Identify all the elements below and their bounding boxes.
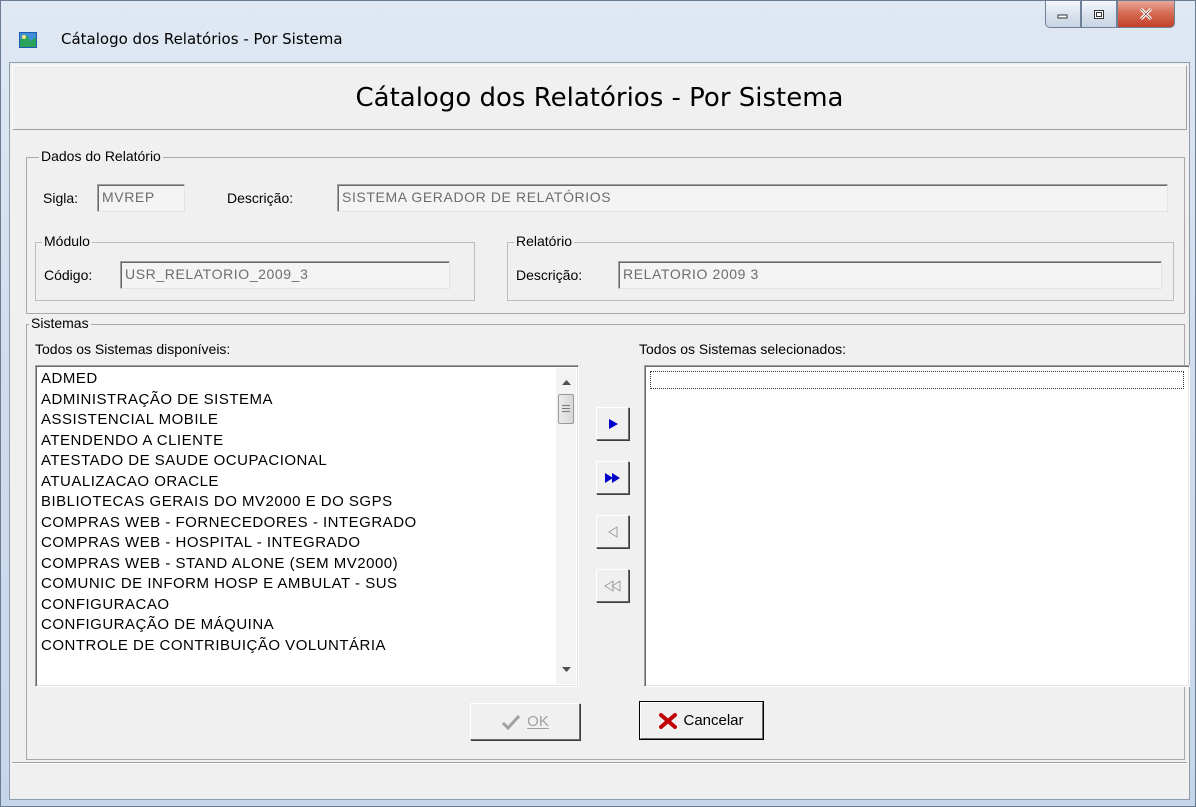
codigo-field[interactable]: USR_RELATORIO_2009_3 (120, 261, 450, 289)
list-item[interactable]: COMPRAS WEB - STAND ALONE (SEM MV2000) (36, 554, 578, 575)
disponiveis-listbox[interactable]: ADMED ADMINISTRAÇÃO DE SISTEMA ASSISTENCIA… (35, 365, 579, 687)
minimize-button[interactable] (1045, 1, 1081, 28)
red-x-icon (659, 712, 678, 729)
modulo-group: Módulo Código: USR_RELATORIO_2009_3 (35, 233, 475, 301)
sigla-label: Sigla: (43, 190, 79, 206)
chevron-down-icon (561, 667, 571, 672)
move-selected-right-button[interactable] (596, 407, 629, 440)
double-arrow-left-icon (603, 579, 620, 592)
arrow-right-icon (608, 418, 618, 429)
scroll-down-arrow[interactable] (556, 660, 576, 680)
window-title: Cátalogo dos Relatórios - Por Sistema (61, 30, 343, 48)
disponiveis-label: Todos os Sistemas disponíveis: (35, 341, 231, 357)
title-bar[interactable]: Cátalogo dos Relatórios - Por Sistema (1, 1, 1195, 48)
list-item[interactable]: ATENDENDO A CLIENTE (36, 431, 578, 452)
modulo-legend: Módulo (42, 233, 92, 249)
list-item[interactable]: ASSISTENCIAL MOBILE (36, 410, 578, 431)
page-title: Cátalogo dos Relatórios - Por Sistema (355, 82, 844, 113)
descricao-field[interactable]: SISTEMA GERADOR DE RELATÓRIOS (337, 184, 1168, 212)
selecionados-label: Todos os Sistemas selecionados: (639, 341, 846, 357)
move-all-left-button[interactable] (596, 569, 629, 602)
list-item[interactable]: BIBLIOTECAS GERAIS DO MV2000 E DO SGPS (36, 492, 578, 513)
maximize-icon (1094, 9, 1104, 19)
cancel-button-label: Cancelar (683, 712, 744, 729)
list-item[interactable]: ADMED (36, 369, 578, 390)
codigo-label: Código: (44, 267, 93, 283)
sigla-field[interactable]: MVREP (97, 184, 185, 212)
application-window: Cátalogo dos Relatórios - Por Sistema Cá… (0, 0, 1196, 807)
move-all-right-button[interactable] (596, 461, 629, 494)
dialog-client-area: Cátalogo dos Relatórios - Por Sistema Da… (9, 62, 1190, 800)
relatorio-descricao-field[interactable]: RELATORIO 2009 3 (618, 261, 1162, 289)
list-item[interactable]: COMPRAS WEB - HOSPITAL - INTEGRADO (36, 533, 578, 554)
close-button[interactable] (1117, 1, 1175, 28)
caption-buttons (1045, 1, 1175, 31)
scroll-thumb[interactable] (558, 394, 574, 424)
disponiveis-items: ADMED ADMINISTRAÇÃO DE SISTEMA ASSISTENCIA… (36, 366, 578, 656)
list-item[interactable]: COMPRAS WEB - FORNECEDORES - INTEGRADO (36, 513, 578, 534)
ok-button-label: OK (527, 713, 549, 730)
sistemas-group: Sistemas Todos os Sistemas disponíveis: … (26, 315, 1190, 760)
move-selected-left-button[interactable] (596, 515, 629, 548)
dados-relatorio-legend: Dados do Relatório (39, 148, 163, 164)
relatorio-descricao-label: Descrição: (516, 267, 583, 283)
list-item[interactable]: ADMINISTRAÇÃO DE SISTEMA (36, 390, 578, 411)
chevron-up-icon (561, 380, 571, 385)
focus-rectangle (650, 371, 1184, 389)
minimize-icon (1057, 14, 1068, 19)
status-bar (12, 762, 1187, 797)
relatorio-legend: Relatório (514, 233, 575, 249)
double-arrow-right-icon (604, 472, 620, 483)
scroll-up-arrow[interactable] (556, 372, 576, 392)
sistemas-legend: Sistemas (29, 315, 91, 331)
dados-relatorio-group: Dados do Relatório Sigla: MVREP Descriçã… (26, 148, 1185, 314)
disponiveis-scrollbar[interactable] (556, 368, 576, 684)
list-item[interactable]: ATESTADO DE SAUDE OCUPACIONAL (36, 451, 578, 472)
checkmark-icon (502, 714, 521, 730)
grip-icon (562, 404, 570, 414)
maximize-button[interactable] (1081, 1, 1117, 28)
list-item[interactable]: COMUNIC DE INFORM HOSP E AMBULAT - SUS (36, 574, 578, 595)
ok-button[interactable]: OK (470, 703, 580, 740)
descricao-label: Descrição: (227, 190, 294, 206)
selecionados-listbox[interactable] (644, 365, 1190, 687)
list-item[interactable]: CONTROLE DE CONTRIBUIÇÃO VOLUNTÁRIA (36, 636, 578, 657)
list-item[interactable]: CONFIGURAÇÃO DE MÁQUINA (36, 615, 578, 636)
relatorio-group: Relatório Descrição: RELATORIO 2009 3 (507, 233, 1174, 301)
app-icon (19, 32, 37, 48)
header-panel: Cátalogo dos Relatórios - Por Sistema (12, 65, 1187, 130)
close-icon (1139, 8, 1153, 20)
cancel-button[interactable]: Cancelar (639, 701, 764, 740)
list-item[interactable]: CONFIGURACAO (36, 595, 578, 616)
arrow-left-icon (607, 525, 617, 538)
list-item[interactable]: ATUALIZACAO ORACLE (36, 472, 578, 493)
